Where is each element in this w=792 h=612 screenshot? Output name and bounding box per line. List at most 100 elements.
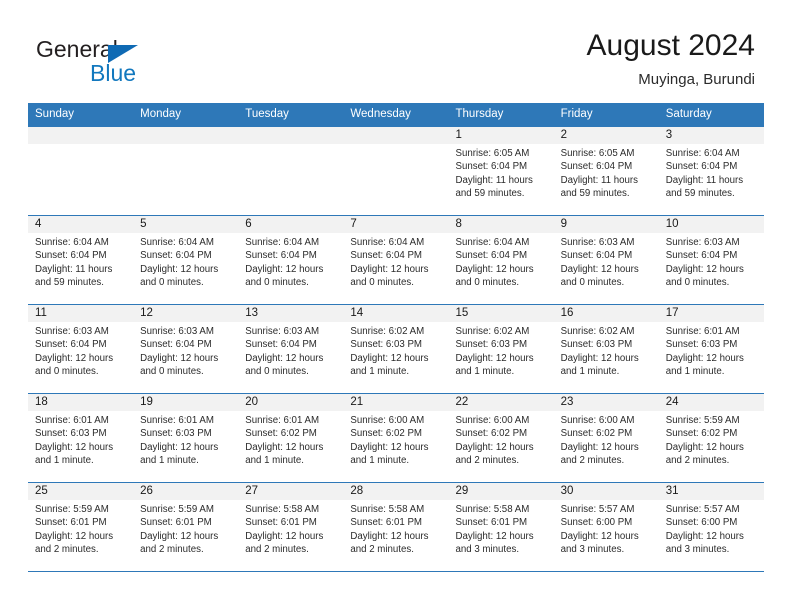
calendar-day-cell[interactable]: 6 Sunrise: 6:04 AM Sunset: 6:04 PM Daylight… <box>238 216 344 304</box>
page-title: August 2024 <box>586 29 755 62</box>
daylight-text-line2: and 1 minute. <box>35 455 94 467</box>
sunrise-text: Sunrise: 6:04 AM <box>665 148 740 159</box>
daylight-text-line2: and 0 minutes. <box>665 277 730 289</box>
sunset-text: Sunset: 6:03 PM <box>455 339 528 351</box>
calendar-day-cell[interactable]: 2 Sunrise: 6:05 AM Sunset: 6:04 PM Daylight… <box>553 127 659 215</box>
calendar-day-cell[interactable]: 28 Sunrise: 5:58 AM Sunset: 6:01 PM Dayligh… <box>343 483 449 571</box>
sunset-text: Sunset: 6:03 PM <box>140 428 212 440</box>
day-number: 14 <box>343 305 449 322</box>
day-number: 5 <box>133 216 239 233</box>
sunset-text: Sunset: 6:00 PM <box>665 517 738 529</box>
day-number: 4 <box>28 216 134 233</box>
daylight-text-line1: Daylight: 12 hours <box>455 352 534 364</box>
day-number: 7 <box>343 216 449 233</box>
day-number: 26 <box>133 483 239 500</box>
sunset-text: Sunset: 6:02 PM <box>665 428 738 440</box>
daylight-text-line2: and 1 minute. <box>350 455 410 467</box>
calendar-day-cell[interactable]: 5 Sunrise: 6:04 AM Sunset: 6:04 PM Daylight… <box>133 216 239 304</box>
sunrise-text: Sunrise: 6:02 AM <box>455 326 530 337</box>
day-sun-info: Sunrise: 6:00 AM Sunset: 6:02 PM Daylight:… <box>449 411 554 468</box>
daylight-text-line2: and 1 minute. <box>665 366 725 378</box>
daylight-text-line2: and 2 minutes. <box>560 455 625 467</box>
calendar-day-cell[interactable]: 26 Sunrise: 5:59 AM Sunset: 6:01 PM Dayligh… <box>133 483 239 571</box>
general-blue-logo[interactable]: General Blue <box>36 36 216 90</box>
calendar-day-cell[interactable]: 31 Sunrise: 5:57 AM Sunset: 6:00 PM Dayligh… <box>658 483 764 571</box>
daylight-text-line1: Daylight: 12 hours <box>245 441 324 453</box>
sunset-text: Sunset: 6:01 PM <box>245 517 317 529</box>
calendar-day-cell[interactable]: 20 Sunrise: 6:01 AM Sunset: 6:02 PM Dayligh… <box>238 394 344 482</box>
sunset-text: Sunset: 6:04 PM <box>350 250 422 262</box>
day-sun-info: Sunrise: 6:01 AM Sunset: 6:03 PM Daylight:… <box>28 411 133 468</box>
sunrise-text: Sunrise: 6:02 AM <box>350 326 425 337</box>
calendar-day-cell[interactable]: 24 Sunrise: 5:59 AM Sunset: 6:02 PM Dayligh… <box>658 394 764 482</box>
sunrise-text: Sunrise: 5:59 AM <box>35 504 109 515</box>
sunset-text: Sunset: 6:04 PM <box>140 339 212 351</box>
calendar-day-cell[interactable]: 11 Sunrise: 6:03 AM Sunset: 6:04 PM Dayligh… <box>28 305 134 393</box>
calendar-day-cell[interactable]: 22 Sunrise: 6:00 AM Sunset: 6:02 PM Dayligh… <box>448 394 554 482</box>
calendar-day-cell[interactable]: 19 Sunrise: 6:01 AM Sunset: 6:03 PM Dayligh… <box>133 394 239 482</box>
calendar-day-cell[interactable]: 30 Sunrise: 5:57 AM Sunset: 6:00 PM Dayligh… <box>553 483 659 571</box>
day-sun-info: Sunrise: 5:59 AM Sunset: 6:01 PM Daylight:… <box>133 500 238 557</box>
calendar-week-row: 1 Sunrise: 6:05 AM Sunset: 6:04 PM Daylight… <box>28 127 764 216</box>
daylight-text-line1: Daylight: 12 hours <box>140 352 219 364</box>
day-number: 21 <box>343 394 449 411</box>
calendar-day-cell[interactable]: 12 Sunrise: 6:03 AM Sunset: 6:04 PM Dayligh… <box>133 305 239 393</box>
day-number: 9 <box>553 216 659 233</box>
daylight-text-line2: and 3 minutes. <box>455 544 520 556</box>
calendar-day-cell[interactable]: 10 Sunrise: 6:03 AM Sunset: 6:04 PM Dayligh… <box>658 216 764 304</box>
calendar-day-cell[interactable]: 4 Sunrise: 6:04 AM Sunset: 6:04 PM Daylight… <box>28 216 134 304</box>
daylight-text-line1: Daylight: 12 hours <box>560 352 639 364</box>
sunset-text: Sunset: 6:04 PM <box>560 161 633 173</box>
day-number: 12 <box>133 305 239 322</box>
day-number: 19 <box>133 394 239 411</box>
calendar-day-cell[interactable]: 8 Sunrise: 6:04 AM Sunset: 6:04 PM Daylight… <box>448 216 554 304</box>
daylight-text-line2: and 0 minutes. <box>560 277 625 289</box>
sunrise-text: Sunrise: 6:03 AM <box>560 237 635 248</box>
calendar-day-cell[interactable]: 1 Sunrise: 6:05 AM Sunset: 6:04 PM Daylight… <box>448 127 554 215</box>
day-number: 22 <box>448 394 554 411</box>
calendar-day-cell[interactable]: 9 Sunrise: 6:03 AM Sunset: 6:04 PM Daylight… <box>553 216 659 304</box>
sunset-text: Sunset: 6:03 PM <box>560 339 633 351</box>
calendar-day-cell[interactable]: 13 Sunrise: 6:03 AM Sunset: 6:04 PM Dayligh… <box>238 305 344 393</box>
calendar-day-cell[interactable]: 27 Sunrise: 5:58 AM Sunset: 6:01 PM Dayligh… <box>238 483 344 571</box>
calendar-day-cell[interactable]: 29 Sunrise: 5:58 AM Sunset: 6:01 PM Dayligh… <box>448 483 554 571</box>
day-sun-info: Sunrise: 6:04 AM Sunset: 6:04 PM Daylight:… <box>28 233 133 290</box>
daylight-text-line1: Daylight: 12 hours <box>665 441 744 453</box>
day-sun-info: Sunrise: 6:03 AM Sunset: 6:04 PM Daylight:… <box>659 233 764 290</box>
sunrise-text: Sunrise: 6:04 AM <box>35 237 109 248</box>
sunrise-text: Sunrise: 6:03 AM <box>140 326 214 337</box>
calendar-day-cell[interactable]: 3 Sunrise: 6:04 AM Sunset: 6:04 PM Daylight… <box>658 127 764 215</box>
calendar-day-cell[interactable]: 21 Sunrise: 6:00 AM Sunset: 6:02 PM Dayligh… <box>343 394 449 482</box>
day-sun-info: Sunrise: 6:02 AM Sunset: 6:03 PM Daylight:… <box>343 322 448 379</box>
weekday-header-friday: Friday <box>560 108 593 120</box>
sunrise-text: Sunrise: 5:57 AM <box>560 504 635 515</box>
daylight-text-line2: and 59 minutes. <box>35 277 104 289</box>
calendar-day-cell[interactable]: 23 Sunrise: 6:00 AM Sunset: 6:02 PM Dayligh… <box>553 394 659 482</box>
daylight-text-line1: Daylight: 12 hours <box>245 352 324 364</box>
daylight-text-line2: and 59 minutes. <box>560 188 630 200</box>
daylight-text-line2: and 59 minutes. <box>665 188 735 200</box>
day-number: 16 <box>553 305 659 322</box>
sunrise-text: Sunrise: 6:01 AM <box>665 326 740 337</box>
day-number: 28 <box>343 483 449 500</box>
daylight-text-line1: Daylight: 12 hours <box>350 530 429 542</box>
calendar-weeks: 1 Sunrise: 6:05 AM Sunset: 6:04 PM Daylight… <box>28 127 764 572</box>
sunrise-text: Sunrise: 6:00 AM <box>350 415 425 426</box>
weekday-header-tuesday: Tuesday <box>245 108 289 120</box>
sunset-text: Sunset: 6:04 PM <box>35 250 107 262</box>
sunrise-text: Sunrise: 6:00 AM <box>560 415 635 426</box>
sunset-text: Sunset: 6:04 PM <box>665 250 738 262</box>
day-sun-info: Sunrise: 6:04 AM Sunset: 6:04 PM Daylight:… <box>449 233 554 290</box>
calendar-day-cell[interactable]: 25 Sunrise: 5:59 AM Sunset: 6:01 PM Dayligh… <box>28 483 134 571</box>
calendar-day-cell[interactable]: 17 Sunrise: 6:01 AM Sunset: 6:03 PM Dayligh… <box>658 305 764 393</box>
day-number: 18 <box>28 394 134 411</box>
day-number: 31 <box>658 483 764 500</box>
calendar-day-cell[interactable]: 18 Sunrise: 6:01 AM Sunset: 6:03 PM Dayligh… <box>28 394 134 482</box>
calendar-day-cell[interactable]: 14 Sunrise: 6:02 AM Sunset: 6:03 PM Dayligh… <box>343 305 449 393</box>
daylight-text-line1: Daylight: 12 hours <box>455 441 534 453</box>
calendar-day-cell[interactable]: 7 Sunrise: 6:04 AM Sunset: 6:04 PM Daylight… <box>343 216 449 304</box>
calendar-day-cell[interactable]: 16 Sunrise: 6:02 AM Sunset: 6:03 PM Dayligh… <box>553 305 659 393</box>
day-sun-info: Sunrise: 6:02 AM Sunset: 6:03 PM Daylight:… <box>554 322 659 379</box>
calendar-day-cell[interactable]: 15 Sunrise: 6:02 AM Sunset: 6:03 PM Dayligh… <box>448 305 554 393</box>
calendar-week-row: 11 Sunrise: 6:03 AM Sunset: 6:04 PM Dayligh… <box>28 305 764 394</box>
